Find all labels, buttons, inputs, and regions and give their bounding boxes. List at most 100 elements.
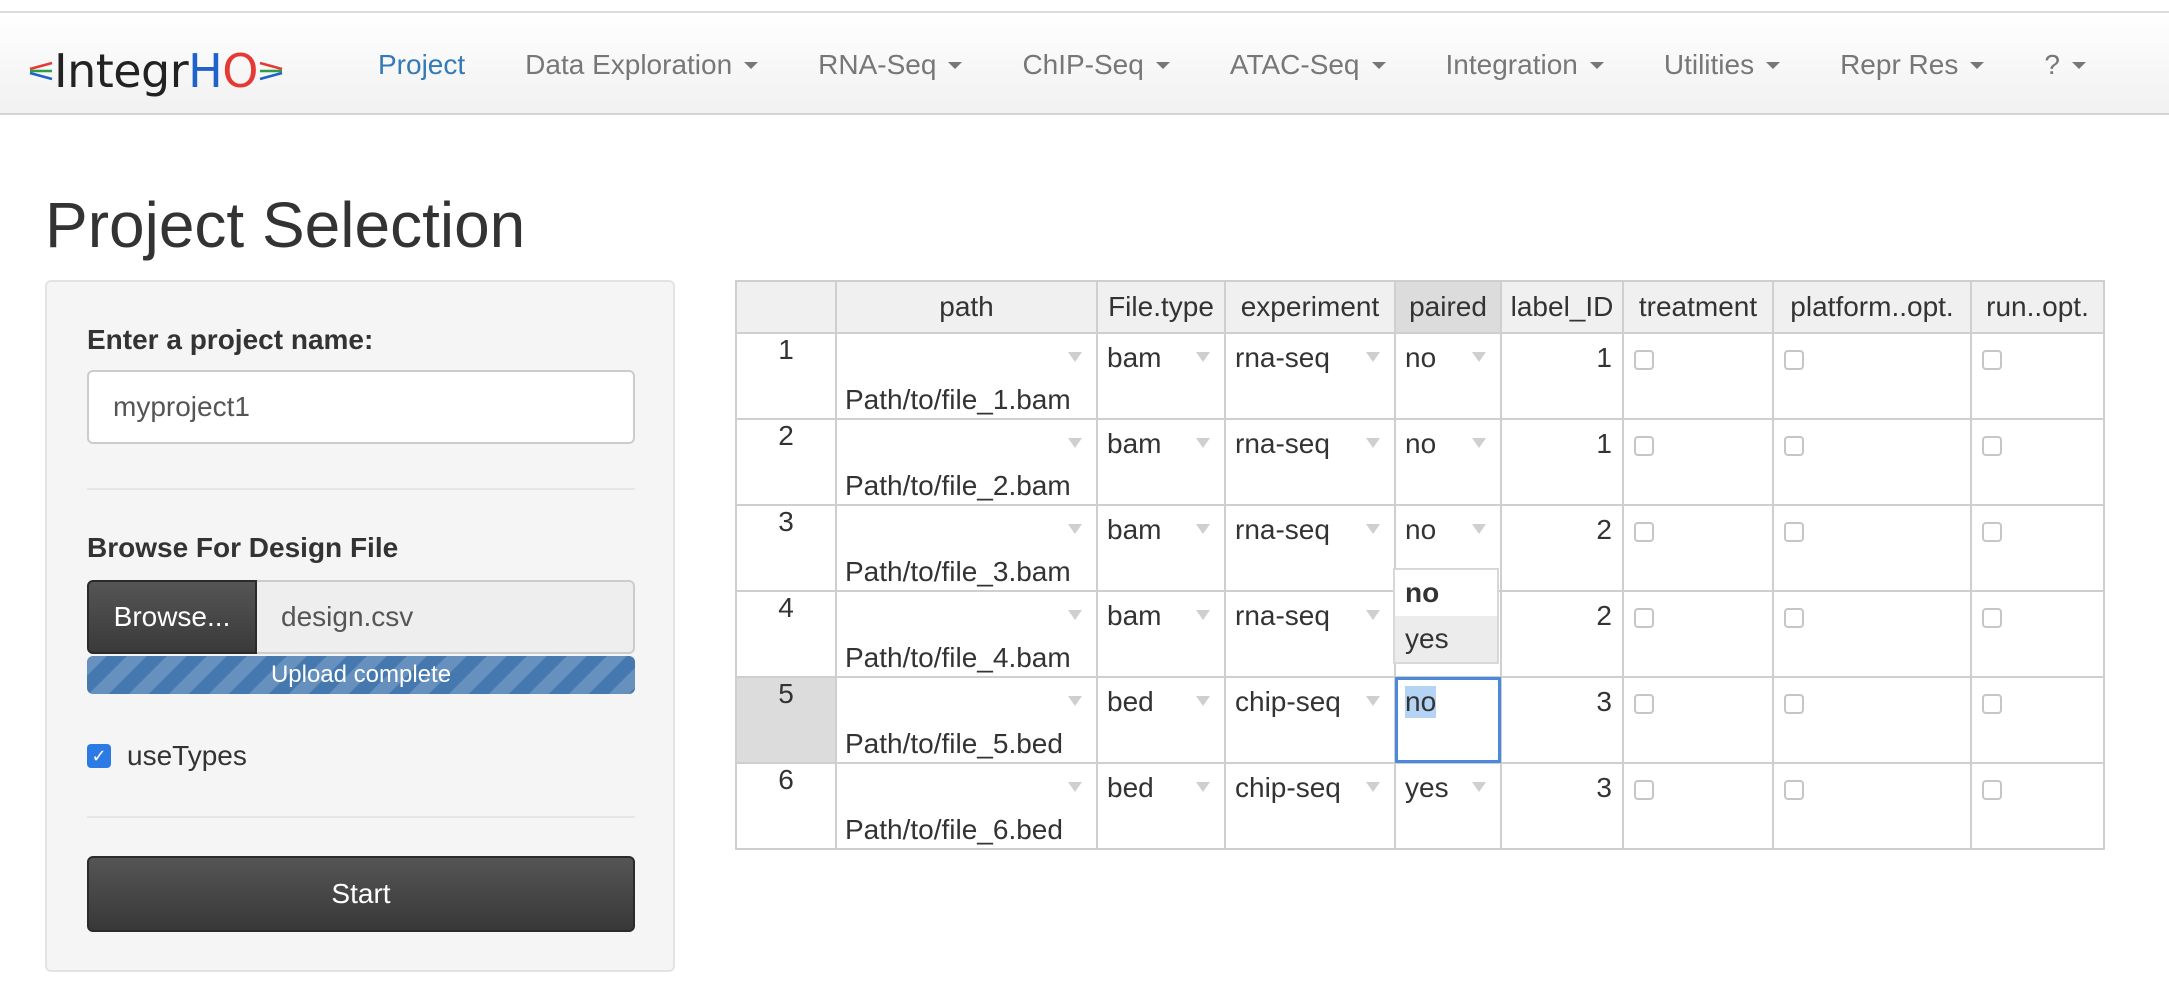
dropdown-option-yes[interactable]: yes bbox=[1395, 616, 1497, 662]
cell-platform[interactable] bbox=[1772, 762, 1972, 850]
nav-item-chip-seq[interactable]: ChIP-Seq bbox=[1022, 49, 1170, 81]
row-number[interactable]: 2 bbox=[735, 418, 837, 506]
cell-experiment[interactable]: rna-seq bbox=[1224, 418, 1396, 506]
row-number[interactable]: 3 bbox=[735, 504, 837, 592]
dropdown-arrow-icon[interactable] bbox=[1196, 610, 1210, 620]
column-header[interactable]: run..opt. bbox=[1970, 280, 2105, 334]
nav-item-repr-res[interactable]: Repr Res bbox=[1840, 49, 1985, 81]
nav-item-utilities[interactable]: Utilities bbox=[1664, 49, 1781, 81]
checkbox-checked-icon[interactable]: ✓ bbox=[87, 744, 111, 768]
cell-platform[interactable] bbox=[1772, 332, 1972, 420]
cell-label-id[interactable]: 3 bbox=[1500, 676, 1624, 764]
dropdown-arrow-icon[interactable] bbox=[1366, 696, 1380, 706]
checkbox-icon[interactable] bbox=[1982, 436, 2002, 456]
browse-button[interactable]: Browse... bbox=[87, 580, 257, 654]
checkbox-icon[interactable] bbox=[1982, 350, 2002, 370]
cell-experiment[interactable]: rna-seq bbox=[1224, 332, 1396, 420]
cell-treatment[interactable] bbox=[1622, 676, 1774, 764]
cell-path[interactable]: Path/to/file_1.bam bbox=[835, 332, 1098, 420]
nav-item-integration[interactable]: Integration bbox=[1446, 49, 1604, 81]
checkbox-icon[interactable] bbox=[1784, 522, 1804, 542]
column-header[interactable]: label_ID bbox=[1500, 280, 1624, 334]
cell-path[interactable]: Path/to/file_2.bam bbox=[835, 418, 1098, 506]
column-header[interactable]: path bbox=[835, 280, 1098, 334]
cell-run[interactable] bbox=[1970, 762, 2105, 850]
cell-paired[interactable]: no bbox=[1394, 676, 1502, 764]
cell-file-type[interactable]: bed bbox=[1096, 762, 1226, 850]
column-header[interactable]: experiment bbox=[1224, 280, 1396, 334]
checkbox-icon[interactable] bbox=[1634, 608, 1654, 628]
app-logo[interactable]: Integr H O bbox=[28, 44, 284, 98]
checkbox-icon[interactable] bbox=[1634, 780, 1654, 800]
cell-run[interactable] bbox=[1970, 332, 2105, 420]
checkbox-icon[interactable] bbox=[1784, 350, 1804, 370]
cell-treatment[interactable] bbox=[1622, 762, 1774, 850]
cell-treatment[interactable] bbox=[1622, 332, 1774, 420]
checkbox-icon[interactable] bbox=[1784, 780, 1804, 800]
checkbox-icon[interactable] bbox=[1982, 694, 2002, 714]
checkbox-icon[interactable] bbox=[1634, 694, 1654, 714]
cell-treatment[interactable] bbox=[1622, 504, 1774, 592]
dropdown-arrow-icon[interactable] bbox=[1472, 438, 1486, 448]
nav-item-data-exploration[interactable]: Data Exploration bbox=[525, 49, 759, 81]
cell-platform[interactable] bbox=[1772, 418, 1972, 506]
checkbox-icon[interactable] bbox=[1634, 436, 1654, 456]
cell-label-id[interactable]: 3 bbox=[1500, 762, 1624, 850]
row-number[interactable]: 1 bbox=[735, 332, 837, 420]
dropdown-arrow-icon[interactable] bbox=[1366, 610, 1380, 620]
cell-file-type[interactable]: bam bbox=[1096, 418, 1226, 506]
row-number[interactable]: 4 bbox=[735, 590, 837, 678]
nav-item-project[interactable]: Project bbox=[378, 49, 465, 81]
column-header[interactable]: platform..opt. bbox=[1772, 280, 1972, 334]
dropdown-arrow-icon[interactable] bbox=[1196, 352, 1210, 362]
file-name-field[interactable]: design.csv bbox=[257, 580, 635, 654]
dropdown-arrow-icon[interactable] bbox=[1366, 524, 1380, 534]
checkbox-icon[interactable] bbox=[1784, 608, 1804, 628]
nav-item-help[interactable]: ? bbox=[2044, 49, 2086, 81]
cell-label-id[interactable]: 1 bbox=[1500, 332, 1624, 420]
checkbox-icon[interactable] bbox=[1634, 350, 1654, 370]
dropdown-option-no[interactable]: no bbox=[1395, 570, 1497, 616]
use-types-checkbox-row[interactable]: ✓ useTypes bbox=[87, 740, 247, 772]
cell-run[interactable] bbox=[1970, 418, 2105, 506]
cell-path[interactable]: Path/to/file_3.bam bbox=[835, 504, 1098, 592]
cell-run[interactable] bbox=[1970, 590, 2105, 678]
cell-run[interactable] bbox=[1970, 504, 2105, 592]
cell-run[interactable] bbox=[1970, 676, 2105, 764]
checkbox-icon[interactable] bbox=[1982, 780, 2002, 800]
dropdown-arrow-icon[interactable] bbox=[1472, 352, 1486, 362]
nav-item-atac-seq[interactable]: ATAC-Seq bbox=[1230, 49, 1386, 81]
cell-platform[interactable] bbox=[1772, 590, 1972, 678]
dropdown-arrow-icon[interactable] bbox=[1472, 782, 1486, 792]
cell-label-id[interactable]: 2 bbox=[1500, 590, 1624, 678]
column-header[interactable]: File.type bbox=[1096, 280, 1226, 334]
dropdown-arrow-icon[interactable] bbox=[1472, 524, 1486, 534]
dropdown-arrow-icon[interactable] bbox=[1068, 782, 1082, 792]
cell-file-type[interactable]: bam bbox=[1096, 590, 1226, 678]
start-button[interactable]: Start bbox=[87, 856, 635, 932]
checkbox-icon[interactable] bbox=[1784, 694, 1804, 714]
cell-platform[interactable] bbox=[1772, 676, 1972, 764]
cell-paired[interactable]: no bbox=[1394, 332, 1502, 420]
dropdown-arrow-icon[interactable] bbox=[1196, 524, 1210, 534]
cell-platform[interactable] bbox=[1772, 504, 1972, 592]
column-header[interactable]: treatment bbox=[1622, 280, 1774, 334]
row-number[interactable]: 5 bbox=[735, 676, 837, 764]
cell-experiment[interactable]: rna-seq bbox=[1224, 590, 1396, 678]
dropdown-arrow-icon[interactable] bbox=[1196, 782, 1210, 792]
cell-file-type[interactable]: bam bbox=[1096, 504, 1226, 592]
cell-path[interactable]: Path/to/file_4.bam bbox=[835, 590, 1098, 678]
cell-experiment[interactable]: chip-seq bbox=[1224, 762, 1396, 850]
dropdown-arrow-icon[interactable] bbox=[1366, 782, 1380, 792]
dropdown-arrow-icon[interactable] bbox=[1068, 524, 1082, 534]
dropdown-arrow-icon[interactable] bbox=[1068, 696, 1082, 706]
checkbox-icon[interactable] bbox=[1634, 522, 1654, 542]
dropdown-arrow-icon[interactable] bbox=[1068, 352, 1082, 362]
dropdown-arrow-icon[interactable] bbox=[1068, 610, 1082, 620]
cell-path[interactable]: Path/to/file_6.bed bbox=[835, 762, 1098, 850]
checkbox-icon[interactable] bbox=[1784, 436, 1804, 456]
cell-experiment[interactable]: rna-seq bbox=[1224, 504, 1396, 592]
dropdown-arrow-icon[interactable] bbox=[1196, 696, 1210, 706]
checkbox-icon[interactable] bbox=[1982, 522, 2002, 542]
paired-editor-text[interactable]: no bbox=[1405, 686, 1437, 718]
